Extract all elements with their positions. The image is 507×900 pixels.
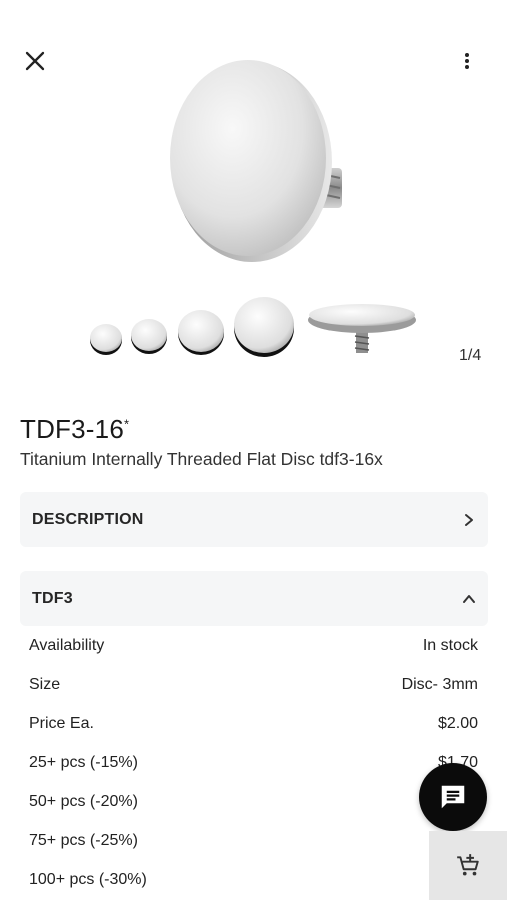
product-code: TDF3-16* [20,414,129,445]
thumbnail-disc-large[interactable] [178,310,224,355]
spec-row-tier-100: 100+ pcs (-30%) [29,871,478,889]
product-code-text: TDF3-16 [20,414,124,444]
spec-label: Size [29,676,61,693]
spec-value: $2.00 [437,715,478,732]
spec-value: Disc- 3mm [401,676,478,693]
spec-row-availability: Availability In stock [29,637,478,655]
close-button[interactable] [18,44,52,78]
spec-label: Price Ea. [29,715,94,732]
spec-label: 25+ pcs (-15%) [29,754,138,771]
chevron-up-icon [463,594,475,603]
product-subtitle: Titanium Internally Threaded Flat Disc t… [20,449,383,469]
spec-row-tier-50: 50+ pcs (-20%) [29,793,478,811]
spec-label: 75+ pcs (-25%) [29,832,138,849]
product-thumbnails[interactable] [85,292,425,362]
product-code-mark: * [123,416,130,432]
more-options-button[interactable] [452,46,482,76]
spec-label: Availability [29,637,105,654]
thumbnail-disc-medium[interactable] [131,319,167,354]
thumbnail-disc-small[interactable] [90,324,122,355]
description-accordion[interactable]: DESCRIPTION [20,492,488,547]
more-vert-icon [465,53,469,69]
thumbnail-disc-xlarge[interactable] [234,297,294,357]
spec-label: 100+ pcs (-30%) [29,871,147,888]
image-counter: 1/4 [459,347,482,364]
product-image-main[interactable] [160,50,350,265]
variant-label: TDF3 [32,589,73,607]
spec-row-size: Size Disc- 3mm [29,676,478,694]
thumbnail-disc-side[interactable] [308,304,416,353]
chat-button[interactable] [419,763,487,831]
add-to-cart-icon [457,853,479,875]
spec-row-tier-75: 75+ pcs (-25%) [29,832,478,850]
description-label: DESCRIPTION [32,510,144,528]
add-to-cart-button[interactable] [429,831,507,900]
chevron-right-icon [465,513,473,526]
spec-row-tier-25: 25+ pcs (-15%) $1.70 [29,754,478,772]
close-icon [25,51,45,71]
spec-value: In stock [422,637,478,654]
chat-icon [441,785,465,809]
spec-row-price: Price Ea. $2.00 [29,715,478,733]
variant-accordion[interactable]: TDF3 [20,571,488,626]
spec-label: 50+ pcs (-20%) [29,793,138,810]
